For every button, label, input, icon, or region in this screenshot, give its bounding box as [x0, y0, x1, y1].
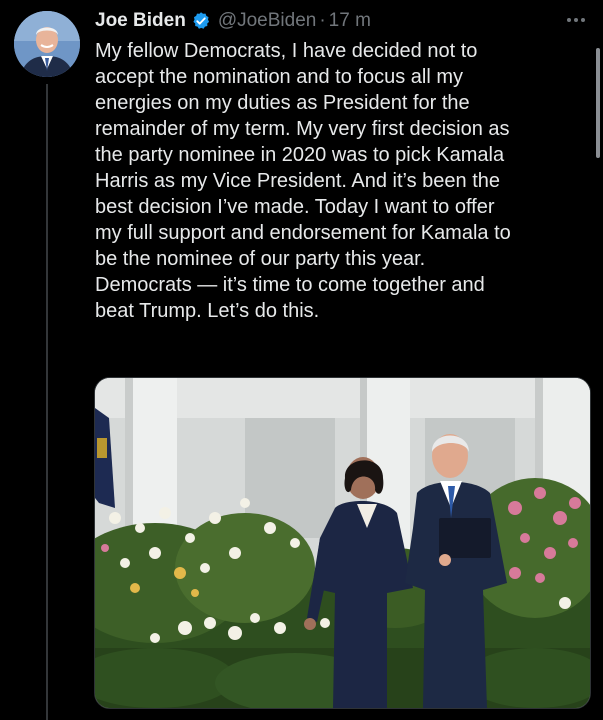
tweet-text-line: accept the nomination and to focus all m… [95, 66, 463, 88]
tweet-text-line: best decision I’ve made. Today I want to… [95, 196, 495, 218]
tweet-text-line: energies on my duties as President for t… [95, 92, 470, 114]
more-horizontal-icon [567, 18, 585, 22]
tweet-text: My fellow Democrats, I have decided not … [95, 38, 575, 324]
photo-scene [95, 378, 590, 708]
tweet-text-line: beat Trump. Let’s do this. [95, 300, 320, 322]
author-avatar[interactable] [14, 11, 80, 77]
verified-badge-icon [191, 11, 211, 31]
thread-line [46, 84, 48, 720]
author-name[interactable]: Joe Biden [95, 8, 186, 34]
tweet-text-line: my full support and endorsement for Kama… [95, 222, 511, 244]
tweet-photo[interactable] [94, 377, 591, 709]
tweet-text-line: Democrats — it’s time to come together a… [95, 274, 485, 296]
tweet-text-line: the party nominee in 2020 was to pick Ka… [95, 144, 505, 166]
more-options-button[interactable] [563, 9, 589, 31]
tweet-header: Joe Biden @JoeBiden · 17 m [95, 8, 371, 34]
tweet-text-line: My fellow Democrats, I have decided not … [95, 40, 478, 62]
tweet-timestamp[interactable]: 17 m [329, 8, 371, 34]
separator-dot: · [319, 10, 326, 31]
author-handle[interactable]: @JoeBiden [218, 8, 317, 34]
avatar-icon [14, 11, 80, 77]
tweet-text-line: remainder of my term. My very first deci… [95, 118, 510, 140]
tweet-text-line: be the nominee of our party this year. [95, 248, 426, 270]
scrollbar-thumb[interactable] [596, 48, 600, 158]
tweet-text-line: Harris as my Vice President. And it’s be… [95, 170, 501, 192]
